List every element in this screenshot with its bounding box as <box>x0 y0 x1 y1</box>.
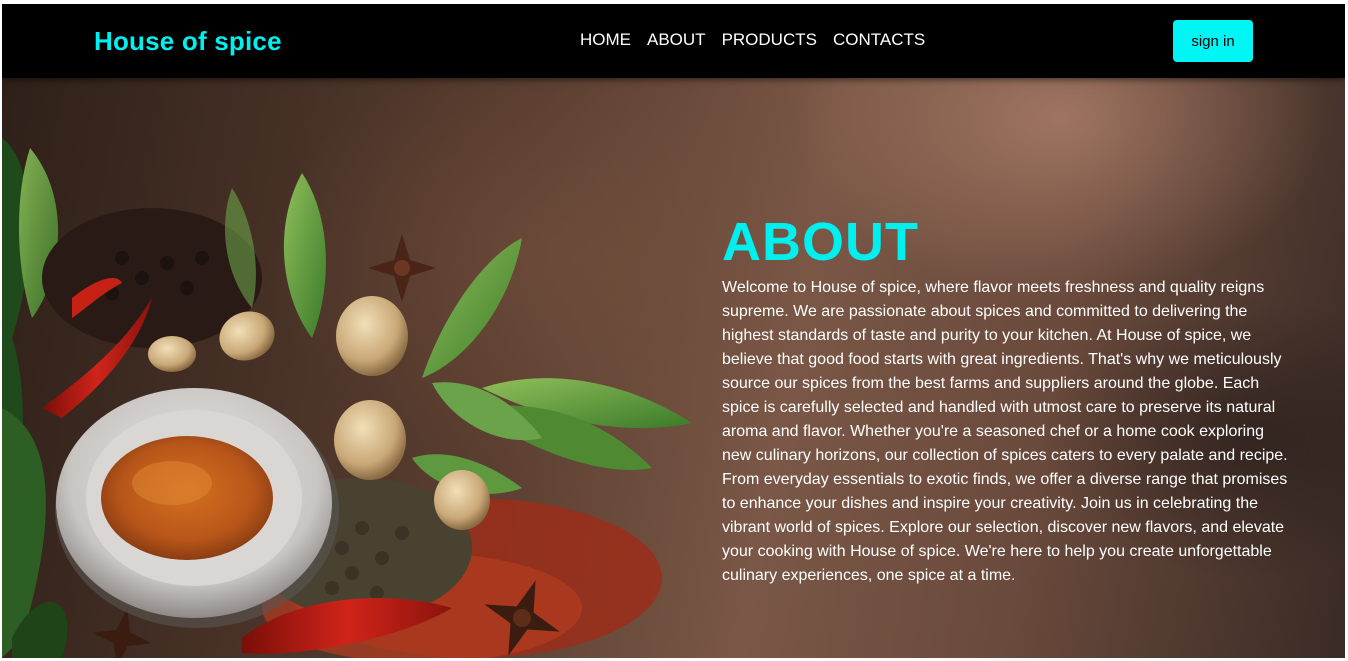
hero-section: ABOUT Welcome to House of spice, where f… <box>2 78 1345 658</box>
main-nav: HOME ABOUT PRODUCTS CONTACTS <box>580 30 925 50</box>
nav-about[interactable]: ABOUT <box>647 30 706 50</box>
navbar: House of spice HOME ABOUT PRODUCTS CONTA… <box>2 4 1345 78</box>
page-frame: House of spice HOME ABOUT PRODUCTS CONTA… <box>2 4 1345 658</box>
sign-in-button[interactable]: sign in <box>1173 20 1253 62</box>
about-description: Welcome to House of spice, where flavor … <box>722 279 1288 584</box>
nav-home[interactable]: HOME <box>580 30 631 50</box>
spices-photo <box>2 138 692 658</box>
brand-logo[interactable]: House of spice <box>94 26 282 57</box>
about-heading: ABOUT <box>722 212 919 272</box>
nav-products[interactable]: PRODUCTS <box>722 30 817 50</box>
nav-contacts[interactable]: CONTACTS <box>833 30 925 50</box>
about-section: ABOUT Welcome to House of spice, where f… <box>722 212 1302 588</box>
